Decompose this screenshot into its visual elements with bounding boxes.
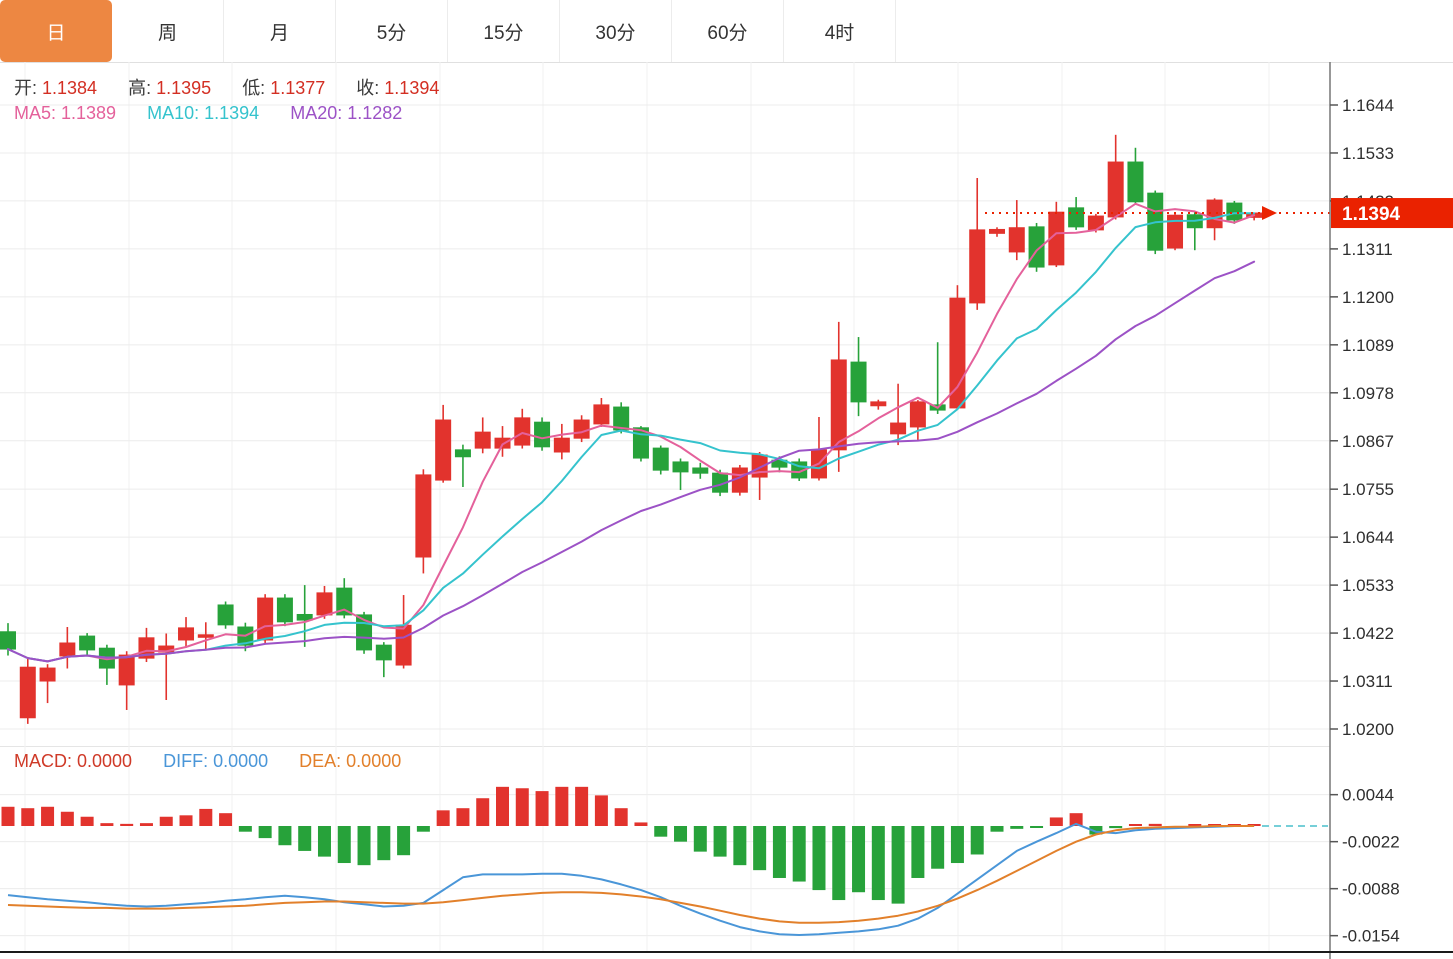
low-value: 1.1377 [270,78,325,98]
ma10-label: MA10: [147,103,199,123]
svg-text:1.0755: 1.0755 [1342,480,1394,499]
price-chart[interactable]: 1.16441.15331.14221.13111.12001.10891.09… [0,62,1453,746]
ma5-label: MA5: [14,103,56,123]
dea-label: DEA: [299,751,341,771]
macd-label: MACD: [14,751,72,771]
dea-line [8,826,1254,923]
tab-month[interactable]: 月 [224,0,336,62]
tab-5min[interactable]: 5分 [336,0,448,62]
trading-chart-app: 日周月5分15分30分60分4时 开:1.1384 高:1.1395 低:1.1… [0,0,1453,959]
svg-text:-0.0022: -0.0022 [1342,833,1400,852]
svg-text:1.0867: 1.0867 [1342,432,1394,451]
diff-label: DIFF: [163,751,208,771]
price-axis-labels: 1.16441.15331.14221.13111.12001.10891.09… [1330,62,1394,746]
svg-text:0.0044: 0.0044 [1342,786,1394,805]
svg-text:1.1311: 1.1311 [1342,240,1393,259]
tab-week[interactable]: 周 [112,0,224,62]
svg-text:1.0533: 1.0533 [1342,576,1394,595]
macd-value: 0.0000 [77,751,132,771]
dea-value: 0.0000 [346,751,401,771]
svg-text:-0.0154: -0.0154 [1342,927,1400,946]
ohlc-legend: 开:1.1384 高:1.1395 低:1.1377 收:1.1394 [14,74,465,100]
tab-4hour[interactable]: 4时 [784,0,896,62]
ma5-value: 1.1389 [61,103,116,123]
timeframe-tabbar: 日周月5分15分30分60分4时 [0,0,1453,63]
macd-chart[interactable]: 0.0044 -0.0022 -0.0088 -0.0154 [0,746,1453,959]
svg-text:1.0644: 1.0644 [1342,528,1394,547]
svg-text:-0.0088: -0.0088 [1342,880,1400,899]
ma20-value: 1.1282 [347,103,402,123]
svg-text:1.1089: 1.1089 [1342,336,1394,355]
macd-axis-labels: 0.0044 -0.0022 -0.0088 -0.0154 [1330,746,1400,959]
svg-text:1.0422: 1.0422 [1342,624,1394,643]
close-label: 收: [356,78,379,98]
open-label: 开: [14,78,37,98]
svg-text:1.0200: 1.0200 [1342,720,1394,739]
tab-day[interactable]: 日 [0,0,112,62]
diff-value: 0.0000 [213,751,268,771]
ma10-line [8,213,1254,661]
svg-text:1.1200: 1.1200 [1342,288,1394,307]
macd-legend: MACD:0.0000 DIFF:0.0000 DEA:0.0000 [14,751,427,772]
last-price-badge: 1.1394 [1331,198,1453,228]
svg-text:1.0311: 1.0311 [1342,672,1393,691]
open-value: 1.1384 [42,78,97,98]
low-label: 低: [242,78,265,98]
ma-legend: MA5:1.1389 MA10:1.1394 MA20:1.1282 [14,103,428,124]
tab-30min[interactable]: 30分 [560,0,672,62]
svg-text:1.1394: 1.1394 [1342,204,1401,225]
tab-60min[interactable]: 60分 [672,0,784,62]
ma20-label: MA20: [290,103,342,123]
ma10-value: 1.1394 [204,103,259,123]
macd-gridlines [0,746,1330,952]
svg-text:1.1644: 1.1644 [1342,96,1394,115]
close-value: 1.1394 [384,78,439,98]
high-value: 1.1395 [156,78,211,98]
svg-text:1.1533: 1.1533 [1342,144,1394,163]
ma20-line [8,262,1254,662]
high-label: 高: [128,78,151,98]
svg-text:1.0978: 1.0978 [1342,384,1394,403]
diff-line [8,824,1254,935]
tab-15min[interactable]: 15分 [448,0,560,62]
macd-histogram [2,787,1261,904]
